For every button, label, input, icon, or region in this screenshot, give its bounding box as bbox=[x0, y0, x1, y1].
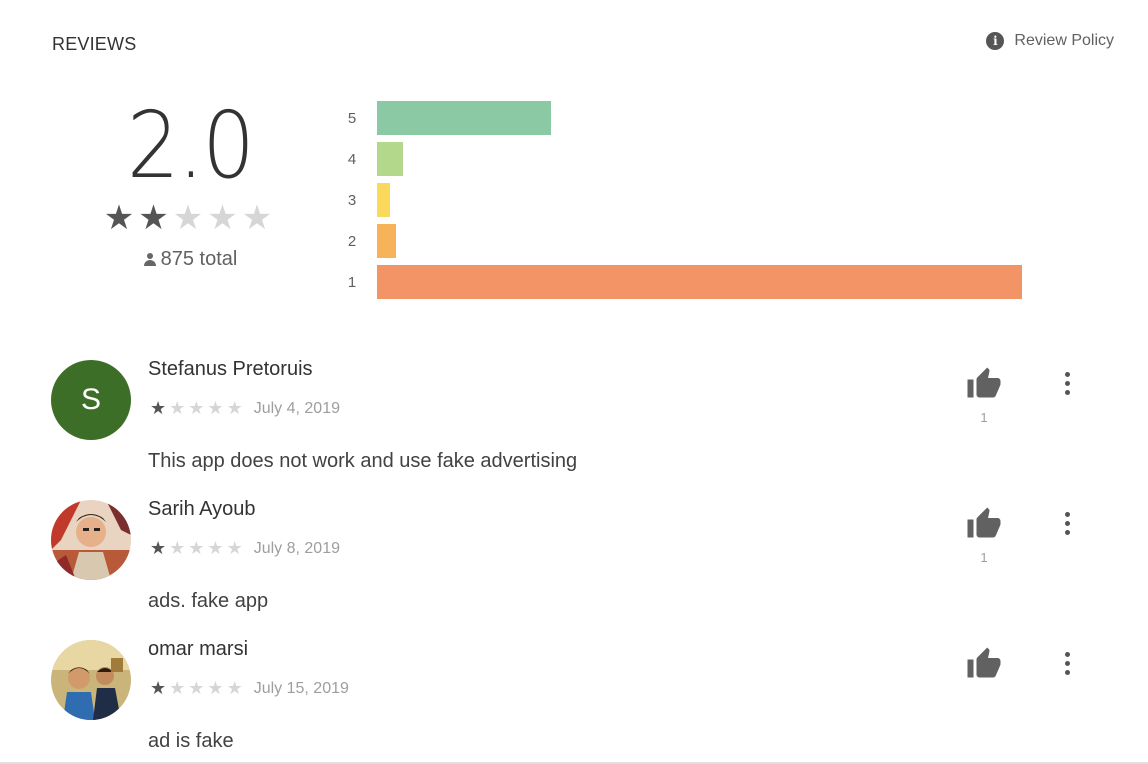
star-icon-empty: ★ bbox=[226, 678, 246, 698]
star-icon-empty: ★ bbox=[207, 199, 242, 237]
star-icon-empty: ★ bbox=[169, 678, 189, 698]
review-meta: ★★★★★ July 8, 2019 bbox=[150, 538, 340, 559]
histogram-row-4: 4 bbox=[344, 141, 1034, 182]
star-icon-empty: ★ bbox=[188, 678, 208, 698]
like-count: 1 bbox=[980, 410, 988, 425]
reviewer-name[interactable]: Sarih Ayoub bbox=[148, 498, 256, 521]
star-icon-filled: ★ bbox=[150, 538, 170, 558]
avatar[interactable] bbox=[51, 500, 131, 580]
histogram-bar bbox=[377, 142, 403, 176]
histogram-label: 2 bbox=[347, 233, 357, 250]
star-icon-filled: ★ bbox=[150, 398, 170, 418]
review-stars: ★★★★★ bbox=[150, 538, 246, 559]
rating-summary: 2.0 ★★★★★ 875 total bbox=[80, 100, 300, 271]
star-icon-filled: ★ bbox=[138, 199, 173, 237]
histogram-row-5: 5 bbox=[344, 100, 1034, 141]
avatar-letter: S bbox=[80, 383, 101, 416]
star-icon-empty: ★ bbox=[226, 538, 246, 558]
more-vert-icon[interactable] bbox=[1056, 366, 1078, 400]
review-date: July 15, 2019 bbox=[253, 679, 349, 697]
reviewer-name[interactable]: Stefanus Pretoruis bbox=[148, 358, 313, 381]
star-icon-filled: ★ bbox=[103, 199, 139, 237]
review-date: July 4, 2019 bbox=[253, 399, 340, 417]
star-icon-empty: ★ bbox=[226, 398, 246, 418]
info-icon: i bbox=[986, 32, 1005, 50]
avatar[interactable]: S bbox=[51, 360, 131, 440]
total-ratings-text: 875 total bbox=[160, 248, 238, 270]
more-vert-icon[interactable] bbox=[1056, 646, 1078, 680]
star-icon-empty: ★ bbox=[169, 398, 189, 418]
review-stars: ★★★★★ bbox=[150, 398, 246, 419]
rating-histogram: 5 4 3 2 1 bbox=[344, 100, 1034, 305]
review-text: ads. fake app bbox=[148, 590, 269, 612]
histogram-label: 1 bbox=[347, 274, 357, 291]
average-stars: ★★★★★ bbox=[80, 198, 300, 238]
star-icon-empty: ★ bbox=[188, 398, 208, 418]
histogram-row-2: 2 bbox=[344, 223, 1034, 264]
star-icon-empty: ★ bbox=[188, 538, 208, 558]
avatar[interactable] bbox=[51, 640, 131, 720]
histogram-bar bbox=[377, 101, 552, 135]
thumbs-up-icon[interactable] bbox=[964, 506, 1004, 542]
histogram-label: 3 bbox=[347, 192, 357, 209]
thumbs-up-icon[interactable] bbox=[964, 366, 1004, 402]
review-date: July 8, 2019 bbox=[253, 539, 340, 557]
thumbs-up-icon[interactable] bbox=[964, 646, 1004, 682]
star-icon-empty: ★ bbox=[207, 678, 227, 698]
star-icon-empty: ★ bbox=[207, 398, 227, 418]
histogram-bar bbox=[377, 265, 1022, 299]
histogram-bar bbox=[377, 183, 390, 217]
average-score: 2.0 bbox=[126, 92, 255, 199]
histogram-row-3: 3 bbox=[344, 182, 1034, 223]
total-ratings: 875 total bbox=[80, 248, 300, 271]
histogram-label: 4 bbox=[347, 151, 357, 168]
star-icon-empty: ★ bbox=[172, 199, 208, 237]
review-policy-label: Review Policy bbox=[1014, 32, 1114, 49]
histogram-label: 5 bbox=[347, 110, 357, 127]
star-icon-empty: ★ bbox=[241, 199, 277, 237]
like-count: 1 bbox=[980, 550, 988, 565]
more-vert-icon[interactable] bbox=[1056, 506, 1078, 540]
star-icon-empty: ★ bbox=[207, 538, 227, 558]
reviewer-name[interactable]: omar marsi bbox=[148, 638, 248, 661]
histogram-row-1: 1 bbox=[344, 264, 1034, 305]
review-meta: ★★★★★ July 4, 2019 bbox=[150, 398, 340, 419]
person-icon bbox=[143, 252, 157, 267]
review-policy-link[interactable]: i Review Policy bbox=[986, 32, 1114, 50]
star-icon-empty: ★ bbox=[169, 538, 189, 558]
review-text: ad is fake bbox=[148, 730, 234, 752]
review-text: This app does not work and use fake adve… bbox=[148, 450, 578, 472]
star-icon-filled: ★ bbox=[150, 678, 170, 698]
reviews-heading: REVIEWS bbox=[52, 34, 137, 54]
review-meta: ★★★★★ July 15, 2019 bbox=[150, 678, 349, 699]
histogram-bar bbox=[377, 224, 397, 258]
review-stars: ★★★★★ bbox=[150, 678, 246, 699]
